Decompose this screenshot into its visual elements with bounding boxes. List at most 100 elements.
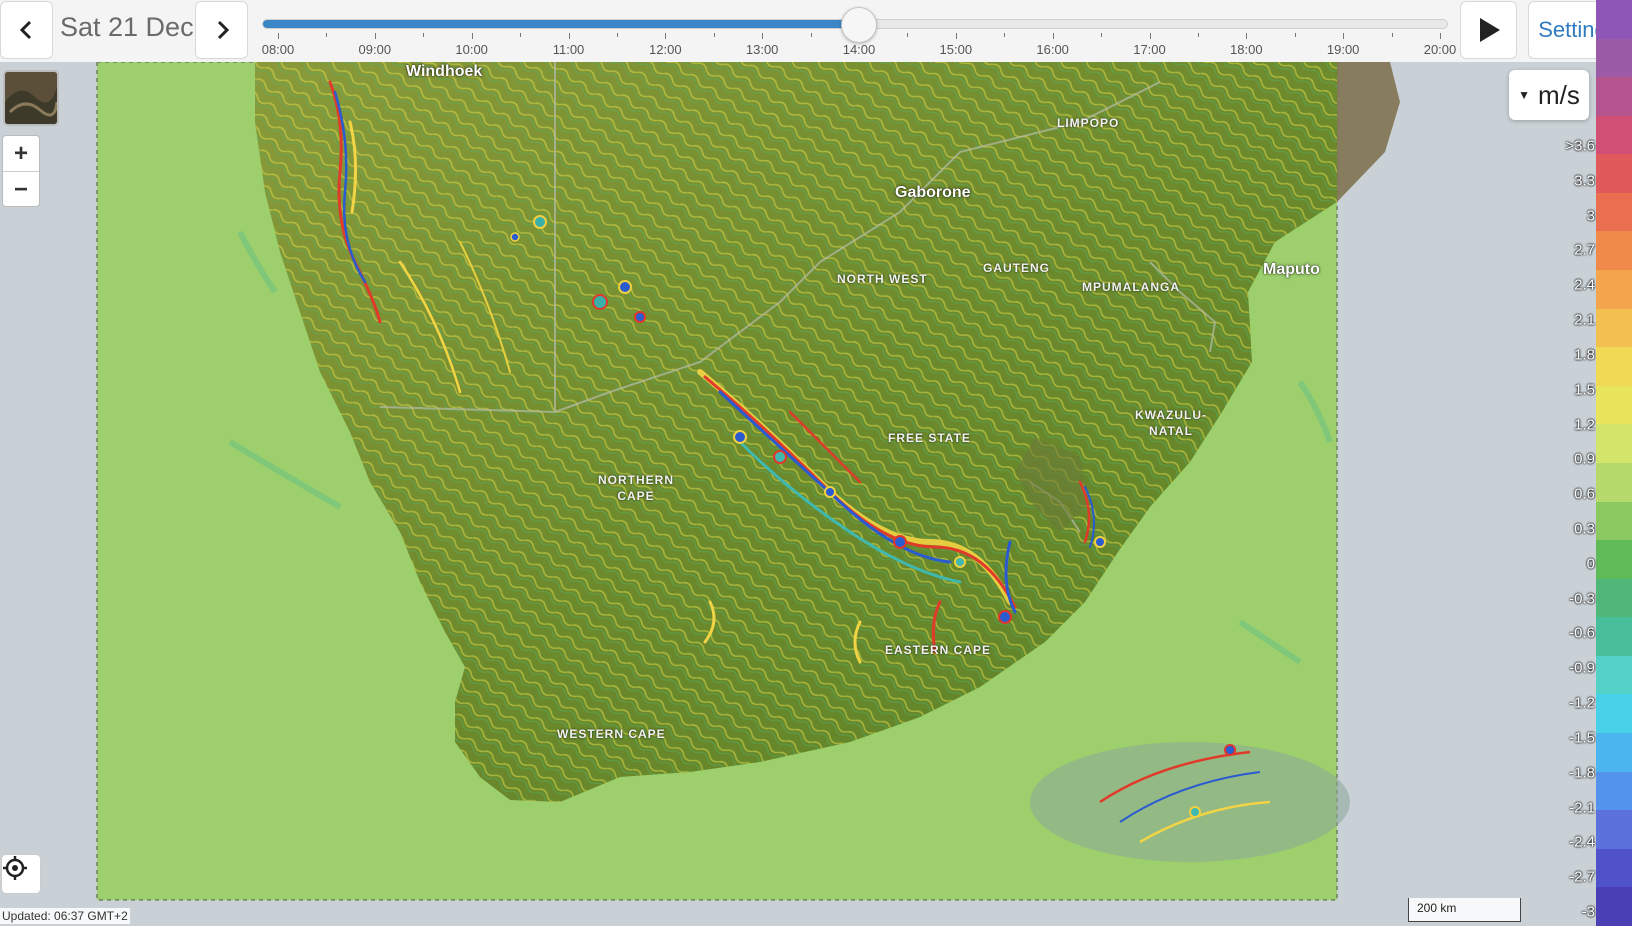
time-tick-label[interactable]: 08:00	[262, 42, 295, 57]
legend-swatch	[1596, 694, 1632, 733]
region-label-free-state: FREE STATE	[888, 431, 971, 445]
place-label-maputo: Maputo	[1263, 261, 1320, 278]
legend-swatch	[1596, 732, 1632, 772]
place-label-gaborone: Gaborone	[895, 184, 971, 201]
legend-value-label: -2.1	[1569, 799, 1595, 817]
time-tick-label[interactable]: 20:00	[1424, 42, 1457, 57]
legend-value-label: 3.3	[1574, 172, 1595, 190]
time-tick-label[interactable]: 16:00	[1036, 42, 1069, 57]
locate-button[interactable]	[1, 854, 41, 894]
time-half-tick	[907, 33, 909, 37]
legend-swatch	[1596, 308, 1632, 348]
legend-swatch	[1596, 810, 1632, 849]
zoom-in-button[interactable]: +	[3, 136, 39, 171]
legend-value-label: 1.8	[1574, 346, 1595, 364]
map-view[interactable]: Windhoek Gaborone Maputo LIMPOPO NORTH W…	[0, 62, 1596, 926]
satellite-layer-icon	[5, 72, 57, 124]
region-label-western-cape: WESTERN CAPE	[557, 727, 666, 741]
prev-day-button[interactable]	[0, 1, 53, 59]
time-tick	[471, 33, 473, 39]
time-half-tick	[326, 33, 328, 37]
legend-value-label: 1.2	[1574, 416, 1595, 434]
time-slider-handle[interactable]	[841, 7, 877, 43]
legend-value-label: 3	[1586, 207, 1595, 225]
region-label-northern-cape: NORTHERN CAPE	[598, 473, 674, 503]
time-tick	[1440, 33, 1441, 39]
time-tick-label[interactable]: 11:00	[553, 42, 585, 57]
region-label-north-west: NORTH WEST	[837, 272, 928, 286]
time-tick-label[interactable]: 09:00	[359, 42, 392, 57]
time-half-tick	[1004, 33, 1006, 37]
legend-swatch	[1596, 887, 1632, 926]
ocean-disturbance	[1030, 742, 1350, 862]
time-slider[interactable]: 08:00 09:00 10:00 11:00 12:00 13:00 14:00 15:00…	[262, 0, 1456, 60]
unit-selector[interactable]: ▼ m/s	[1509, 70, 1589, 120]
legend-swatch	[1596, 771, 1632, 811]
top-bar: Sat 21 Dec 08:00 09:00 10:00 11:00 12:00 13:0…	[0, 0, 1632, 62]
time-half-tick	[713, 33, 715, 37]
time-progress	[263, 20, 860, 28]
time-half-tick	[1197, 33, 1199, 37]
chevron-right-icon	[217, 20, 229, 40]
legend-value-label: 0	[1586, 555, 1595, 573]
zoom-control: + −	[2, 135, 40, 207]
time-tick-label[interactable]: 15:00	[940, 42, 973, 57]
weather-map-canvas	[96, 62, 1400, 901]
play-icon	[1479, 18, 1500, 42]
time-half-tick	[1101, 33, 1103, 37]
legend-value-label: -0.3	[1569, 590, 1595, 608]
chevron-left-icon	[19, 20, 31, 40]
legend-value-label: 0.3	[1574, 520, 1595, 538]
time-tick-label[interactable]: 17:00	[1133, 42, 1166, 57]
legend-value-label: 2.7	[1574, 241, 1595, 259]
date-label: Sat 21 Dec	[60, 12, 194, 42]
time-tick	[1246, 33, 1248, 39]
legend-swatch	[1596, 540, 1632, 579]
time-half-tick	[1294, 33, 1296, 37]
time-tick-label[interactable]: 13:00	[746, 42, 779, 57]
play-button[interactable]	[1460, 1, 1517, 59]
time-half-tick	[1391, 33, 1393, 37]
updated-timestamp: Updated: 06:37 GMT+2	[0, 908, 130, 924]
legend-swatch	[1596, 270, 1632, 309]
legend-value-label: 2.4	[1574, 276, 1595, 294]
time-tick	[374, 33, 376, 39]
layer-switcher-button[interactable]	[3, 70, 59, 126]
legend-swatch	[1596, 501, 1632, 541]
legend-value-label: -1.5	[1569, 729, 1595, 747]
legend-value-label: -2.4	[1569, 833, 1595, 851]
legend-value-label: 2.1	[1574, 311, 1595, 329]
legend-value-label: 0.6	[1574, 485, 1595, 503]
legend-swatch	[1596, 154, 1632, 193]
legend-swatch	[1596, 115, 1632, 155]
time-tick-label[interactable]: 10:00	[455, 42, 488, 57]
time-tick	[1343, 33, 1345, 39]
next-day-button[interactable]	[195, 1, 248, 59]
unit-label: m/s	[1538, 79, 1580, 110]
legend-swatch	[1596, 38, 1632, 78]
time-tick-label[interactable]: 12:00	[649, 42, 682, 57]
legend-swatch	[1596, 424, 1632, 463]
time-half-tick	[520, 33, 522, 37]
legend-value-label: 1.5	[1574, 381, 1595, 399]
legend-swatch	[1596, 655, 1632, 695]
place-label-windhoek: Windhoek	[406, 63, 483, 80]
time-tick-label[interactable]: 19:00	[1327, 42, 1360, 57]
legend-swatch	[1596, 462, 1632, 502]
caret-down-icon: ▼	[1518, 88, 1530, 102]
time-tick	[568, 33, 570, 39]
zoom-out-button[interactable]: −	[3, 171, 39, 207]
time-tick	[1149, 33, 1151, 39]
legend-swatch	[1596, 0, 1632, 39]
legend-value-label: 0.9	[1574, 450, 1595, 468]
legend-swatch	[1596, 848, 1632, 888]
legend-swatch	[1596, 192, 1632, 232]
time-tick-label[interactable]: 18:00	[1230, 42, 1263, 57]
legend-value-label: -0.9	[1569, 659, 1595, 677]
legend-swatch	[1596, 617, 1632, 656]
legend-value-label: -0.6	[1569, 624, 1595, 642]
region-label-kwazulu-natal: KWAZULU- NATAL	[1135, 408, 1207, 438]
time-tick-label[interactable]: 14:00	[843, 42, 876, 57]
legend-value-label: -1.2	[1569, 694, 1595, 712]
time-tick	[762, 33, 764, 39]
